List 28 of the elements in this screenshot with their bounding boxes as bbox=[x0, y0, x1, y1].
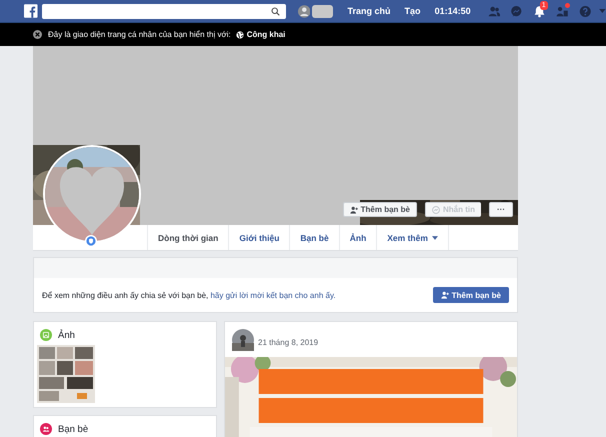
messenger-icon bbox=[432, 206, 440, 214]
add-person-icon bbox=[350, 206, 358, 214]
alert-dot bbox=[564, 2, 570, 8]
search-icon[interactable] bbox=[270, 6, 280, 16]
globe-icon bbox=[236, 30, 244, 38]
audience-label[interactable]: Công khai bbox=[246, 30, 286, 39]
friend-requests-icon[interactable] bbox=[556, 4, 569, 18]
add-person-icon bbox=[440, 291, 449, 299]
post-date[interactable]: 21 tháng 8, 2019 bbox=[258, 338, 318, 347]
prompt-text: Để xem những điều anh ấy chia sẻ với bạn bè, hãy gửi lời mời kết bạn cho anh ấy. bbox=[42, 290, 336, 300]
top-link[interactable]: Tạo bbox=[404, 6, 421, 16]
name-placeholder[interactable] bbox=[312, 4, 333, 18]
top-link[interactable]: Trang chủ bbox=[348, 6, 391, 16]
avatar[interactable] bbox=[298, 4, 310, 18]
more-button[interactable]: ··· bbox=[489, 202, 513, 217]
facebook-logo[interactable] bbox=[24, 4, 38, 18]
card-title[interactable]: Bạn bè bbox=[58, 424, 88, 434]
close-icon[interactable] bbox=[33, 30, 42, 39]
add-friend-button[interactable]: Thêm bạn bè bbox=[432, 287, 509, 303]
profile-tab[interactable]: Xem thêm bbox=[376, 225, 449, 250]
send-request-link[interactable]: hãy gửi lời mời kết bạn cho anh ấy. bbox=[210, 290, 336, 300]
search-field[interactable] bbox=[42, 4, 286, 18]
card-title[interactable]: Ảnh bbox=[58, 330, 75, 340]
notice-text: Đây là giao diện trang cá nhân của bạn hiển thị với: bbox=[48, 30, 231, 39]
avatar[interactable] bbox=[232, 328, 254, 350]
caret-icon bbox=[432, 236, 438, 240]
photo-icon bbox=[40, 329, 52, 341]
add-friend-button[interactable]: Thêm bạn bè bbox=[342, 202, 417, 217]
